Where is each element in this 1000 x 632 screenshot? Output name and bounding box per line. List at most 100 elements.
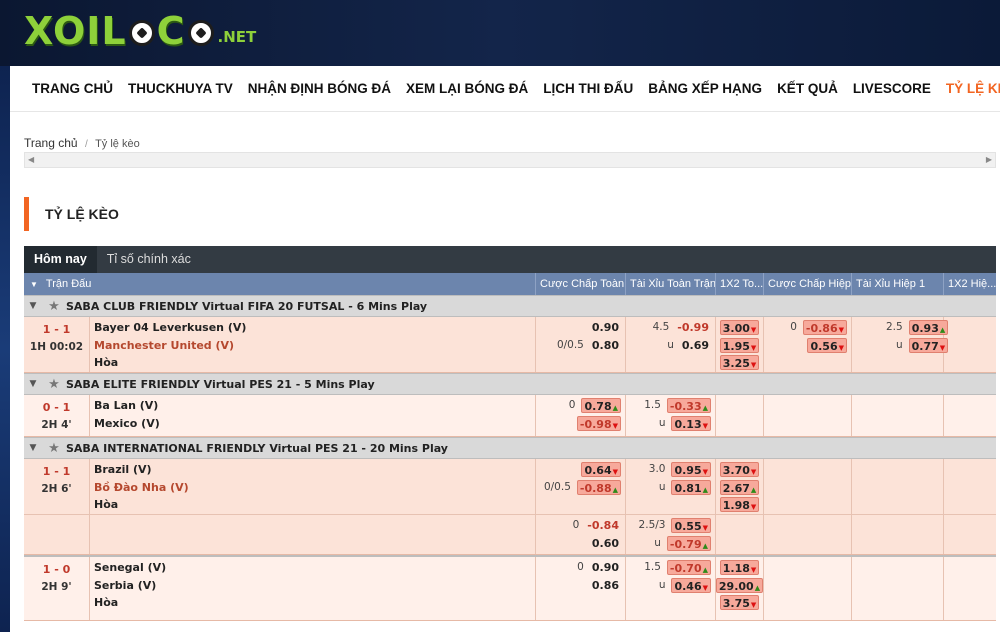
arrow-down-icon: ▼ — [702, 468, 708, 476]
league-row[interactable]: ▼ ★ SABA CLUB FRIENDLY Virtual FIFA 20 F… — [24, 295, 996, 317]
tab-today[interactable]: Hôm nay — [24, 246, 97, 273]
under-label: u — [658, 416, 666, 429]
tab-correct-score[interactable]: Tỉ số chính xác — [97, 246, 201, 273]
league-row[interactable]: ▼ ★ SABA INTERNATIONAL FRIENDLY Virtual … — [24, 437, 996, 459]
odds-value[interactable]: 2.67▲ — [719, 479, 760, 495]
breadcrumb-current: Tỷ lệ kèo — [95, 138, 140, 150]
total-line: 1.5 — [644, 399, 661, 411]
odds-value[interactable]: 1.95▼ — [719, 337, 760, 353]
header-over-under-ft: Tài Xỉu Toàn Trận — [626, 273, 716, 295]
arrow-up-icon: ▲ — [702, 541, 708, 550]
odds-value[interactable]: 0.46▼ — [671, 577, 711, 593]
football-icon — [187, 20, 214, 46]
odds-value[interactable]: 0.95▼ — [671, 462, 711, 477]
nav-livescore[interactable]: LIVESCORE — [853, 81, 931, 96]
star-icon[interactable]: ★ — [42, 299, 66, 314]
odds-value[interactable]: 0.90 — [590, 320, 621, 335]
odds-value[interactable]: 0.86 — [590, 578, 621, 593]
match-score: 1 - 1 — [42, 465, 71, 478]
under-label: u — [667, 338, 674, 351]
under-label: u — [896, 338, 903, 351]
chevron-down-icon[interactable]: ▼ — [24, 301, 42, 311]
star-icon[interactable]: ★ — [42, 441, 66, 456]
league-name: SABA INTERNATIONAL FRIENDLY Virtual PES … — [66, 441, 448, 455]
match-row: 0 - 1 2H 4' Ba Lan (V) Mexico (V) 0 0.78▲… — [24, 395, 996, 437]
arrow-down-icon: ▼ — [838, 343, 844, 352]
match-time: 2H 9' — [41, 580, 72, 593]
odds-value[interactable]: 0.81▲ — [671, 479, 711, 495]
odds-value[interactable]: 0.78▲ — [581, 398, 621, 413]
odds-value[interactable]: 0.60 — [590, 536, 621, 551]
page-title: TỶ LỆ KÈO — [24, 197, 119, 231]
nav-home[interactable]: TRANG CHỦ — [32, 81, 113, 96]
odds-value[interactable]: -0.33▲ — [666, 398, 711, 413]
breadcrumb-home[interactable]: Trang chủ — [24, 136, 78, 150]
odds-value[interactable]: 0.64▼ — [581, 462, 621, 477]
odds-value[interactable]: -0.99 — [675, 320, 711, 335]
star-icon[interactable]: ★ — [42, 377, 66, 392]
arrow-down-icon: ▼ — [750, 468, 757, 476]
nav-odds[interactable]: TỶ LỆ KÈO — [946, 81, 1000, 96]
nav-standings[interactable]: BẢNG XẾP HẠNG — [648, 81, 762, 96]
header-match: ▼ Trận Đấu — [24, 273, 536, 295]
table-header: ▼ Trận Đấu Cược Chấp Toàn... Tài Xỉu Toàn… — [24, 273, 996, 295]
odds-value[interactable]: 0.77▼ — [908, 337, 949, 353]
odds-value[interactable]: -0.70▲ — [666, 560, 711, 575]
scroll-right-icon[interactable]: ▶ — [986, 155, 992, 164]
odds-value[interactable]: 0.80 — [590, 338, 621, 353]
home-team: Senegal (V) — [94, 561, 167, 574]
odds-value[interactable]: -0.88▲ — [576, 479, 621, 495]
odds-value[interactable]: -0.86▼ — [802, 320, 847, 335]
nav-predictions[interactable]: NHẬN ĐỊNH BÓNG ĐÁ — [248, 81, 391, 96]
main-content: TRANG CHỦ THUCKHUYA TV NHẬN ĐỊNH BÓNG ĐÁ… — [10, 66, 1000, 632]
arrow-up-icon: ▲ — [612, 485, 618, 494]
handicap-line: 0/0.5 — [556, 338, 584, 351]
header-1x2-ft: 1X2 To... — [716, 273, 764, 295]
odds-value[interactable]: 29.00▲ — [715, 577, 764, 593]
chevron-down-icon[interactable]: ▼ — [24, 379, 42, 389]
odds-value[interactable]: 0.13▼ — [671, 415, 711, 431]
handicap-line: 0 — [568, 399, 576, 411]
handicap-line: 0/0.5 — [543, 480, 571, 493]
odds-value[interactable]: 3.00▼ — [719, 320, 760, 335]
odds-value[interactable]: -0.79▲ — [666, 535, 711, 551]
breadcrumb: Trang chủ / Tỷ lệ kèo — [24, 136, 140, 150]
match-time: 2H 6' — [41, 482, 72, 495]
odds-value[interactable]: 0.69 — [680, 338, 711, 353]
site-logo[interactable]: XOIL C .NET — [24, 8, 256, 54]
handicap-line: 0 — [790, 321, 797, 333]
odds-value[interactable]: 3.75▼ — [719, 595, 760, 610]
odds-value[interactable]: 0.55▼ — [671, 518, 711, 533]
odds-value[interactable]: -0.98▼ — [576, 415, 621, 431]
football-icon — [128, 20, 155, 46]
arrow-up-icon: ▲ — [754, 583, 761, 592]
league-name: SABA CLUB FRIENDLY Virtual FIFA 20 FUTSA… — [66, 299, 428, 313]
nav-schedule[interactable]: LỊCH THI ĐẤU — [543, 81, 633, 96]
arrow-down-icon: ▼ — [702, 524, 708, 532]
chevron-down-icon[interactable]: ▼ — [24, 443, 42, 453]
total-line: 3.0 — [648, 463, 666, 475]
handicap-line: 0 — [577, 561, 584, 573]
odds-value[interactable]: 0.93▲ — [908, 320, 949, 335]
odds-value[interactable]: 0.56▼ — [807, 337, 847, 353]
nav-replays[interactable]: XEM LẠI BÓNG ĐÁ — [406, 81, 528, 96]
total-line: 2.5/3 — [638, 519, 666, 531]
odds-value[interactable]: 3.70▼ — [719, 462, 760, 477]
odds-value[interactable]: 1.18▼ — [719, 560, 760, 575]
nav-results[interactable]: KẾT QUẢ — [777, 81, 838, 96]
arrow-up-icon: ▲ — [750, 485, 757, 494]
league-row[interactable]: ▼ ★ SABA ELITE FRIENDLY Virtual PES 21 -… — [24, 373, 996, 395]
odds-value[interactable]: 3.25▼ — [719, 355, 760, 370]
chevron-down-icon[interactable]: ▼ — [30, 280, 38, 289]
horizontal-scrollbar[interactable]: ◀ ▶ — [24, 152, 996, 168]
odds-value[interactable]: -0.84 — [585, 518, 621, 533]
match-row: 1 - 1 1H 00:02 Bayer 04 Leverkusen (V) M… — [24, 317, 996, 373]
odds-value[interactable]: 0.90 — [590, 560, 621, 575]
match-time: 1H 00:02 — [29, 340, 84, 353]
nav-thuckhuya-tv[interactable]: THUCKHUYA TV — [128, 81, 233, 96]
odds-value[interactable]: 1.98▼ — [719, 497, 760, 512]
under-label: u — [658, 578, 666, 591]
away-team: Manchester United (V) — [94, 338, 235, 352]
scroll-left-icon[interactable]: ◀ — [28, 155, 34, 164]
arrow-down-icon: ▼ — [750, 503, 757, 511]
